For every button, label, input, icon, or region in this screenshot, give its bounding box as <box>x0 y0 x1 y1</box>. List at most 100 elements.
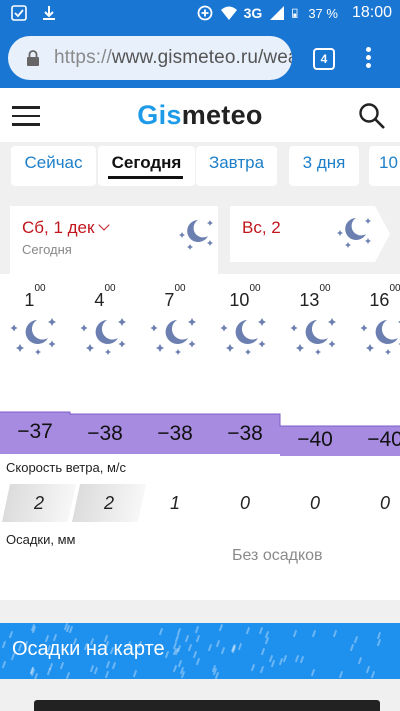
wind-value: 0 <box>379 493 390 513</box>
night-clear-icon <box>337 218 371 248</box>
rain-streak <box>196 634 201 642</box>
battery-icon <box>292 8 298 18</box>
clock: 18:00 <box>351 4 392 21</box>
site-logo[interactable]: Gismeteo <box>0 100 400 131</box>
rain-streak <box>2 660 6 668</box>
url-text: https://www.gismeteo.ru/wea <box>54 47 292 69</box>
rain-streak <box>310 668 315 676</box>
rain-streak <box>89 664 94 672</box>
wind-value: 1 <box>169 493 180 513</box>
tab-switcher-button[interactable]: 4 <box>313 48 335 70</box>
date-card-today[interactable]: Сб, 1 дек Сегодня <box>10 206 218 274</box>
logo-part-2: meteo <box>181 100 263 130</box>
night-clear-icon <box>80 318 126 355</box>
rain-streak <box>194 625 199 633</box>
rain-streak <box>365 665 370 674</box>
rain-streak <box>293 629 297 637</box>
temperature-value: −38 <box>87 422 123 445</box>
rain-streak <box>332 630 337 638</box>
forecast-range-tabs: Сейчас Сегодня Завтра 3 дня 10 <box>0 142 400 190</box>
hour-label: 100 <box>24 283 46 310</box>
night-clear-icon <box>360 320 400 355</box>
rain-streak <box>177 644 182 652</box>
url-scheme: https:// <box>54 47 112 68</box>
tab-today[interactable]: Сегодня <box>98 146 195 186</box>
address-bar[interactable]: https://www.gismeteo.ru/wea <box>8 36 292 80</box>
night-clear-icon <box>290 318 336 355</box>
rain-streak <box>195 658 200 666</box>
active-tab-underline <box>108 176 183 179</box>
rain-streak <box>164 650 169 658</box>
rain-streak <box>207 644 212 652</box>
download-icon <box>43 6 55 20</box>
wind-speed-label: Скорость ветра, м/с <box>6 460 126 475</box>
rain-streak <box>294 654 299 663</box>
date-card-next[interactable]: Вс, 2 <box>230 206 375 262</box>
rain-streak <box>8 630 13 638</box>
rain-streak <box>353 636 358 644</box>
rain-streak <box>158 628 163 636</box>
signal-icon <box>270 6 285 20</box>
precipitation-label: Осадки, мм <box>6 532 76 547</box>
tab-tomorrow[interactable]: Завтра <box>196 146 277 186</box>
hour-label: 400 <box>94 283 116 310</box>
ad-strip <box>34 700 380 711</box>
rain-streak <box>260 647 265 655</box>
precipitation-map-banner[interactable]: Осадки на карте <box>0 623 400 679</box>
rain-streak <box>59 661 64 669</box>
temperature-value: −38 <box>227 422 263 445</box>
wind-value: 2 <box>1 484 77 522</box>
rain-streak <box>250 664 255 672</box>
rain-streak <box>93 667 98 675</box>
rain-streak <box>377 639 381 647</box>
rain-streak <box>34 672 39 679</box>
rain-streak <box>270 659 275 667</box>
chevron-down-icon[interactable] <box>98 219 111 231</box>
temperature-value: −40 <box>367 428 400 451</box>
rain-streak <box>259 626 263 634</box>
rain-streak <box>104 670 109 678</box>
wifi-icon <box>220 6 237 20</box>
night-clear-icon <box>10 318 56 355</box>
night-clear-icon <box>220 318 266 355</box>
rain-streak <box>172 664 177 672</box>
tab-now[interactable]: Сейчас <box>11 146 96 186</box>
browser-toolbar: https://www.gismeteo.ru/wea 4 <box>0 28 400 88</box>
tab-10-days[interactable]: 10 <box>369 146 400 186</box>
wind-value: 0 <box>239 493 250 513</box>
wind-value: 0 <box>309 493 320 513</box>
status-bar: 3G 37 % 18:00 <box>0 0 400 28</box>
rain-streak <box>185 634 190 642</box>
rain-streak <box>282 654 287 662</box>
rain-streak <box>105 661 110 669</box>
rain-streak <box>357 656 362 664</box>
rain-streak <box>111 662 116 670</box>
date-label: Сб, 1 дек <box>22 218 95 237</box>
rain-streak <box>338 671 343 679</box>
search-icon[interactable] <box>358 102 386 130</box>
rain-streak <box>299 655 304 663</box>
browser-menu-button[interactable] <box>360 44 376 72</box>
rain-streak <box>218 624 223 632</box>
date-selector: Сб, 1 дек Сегодня Вс, 2 <box>0 190 400 274</box>
no-precipitation-text: Без осадков <box>232 547 323 564</box>
hour-label: 1300 <box>299 283 331 310</box>
rain-streak <box>177 659 182 667</box>
battery-level: 37 % <box>308 5 338 21</box>
rain-streak <box>349 643 354 651</box>
rain-streak <box>245 627 250 635</box>
rain-streak <box>237 643 242 651</box>
night-clear-icon <box>179 220 213 250</box>
temperature-value: −37 <box>17 420 53 443</box>
temperature-value: −38 <box>157 422 193 445</box>
hour-label: 1000 <box>229 283 261 310</box>
rain-streak <box>66 672 71 679</box>
rain-streak <box>175 634 180 642</box>
temperature-value: −40 <box>297 428 333 451</box>
network-type: 3G <box>243 5 263 21</box>
rain-streak <box>1 640 6 649</box>
tab-3-days[interactable]: 3 дня <box>289 146 359 186</box>
lock-icon <box>27 50 39 66</box>
rain-streak <box>220 647 225 655</box>
rain-streak <box>370 671 375 679</box>
